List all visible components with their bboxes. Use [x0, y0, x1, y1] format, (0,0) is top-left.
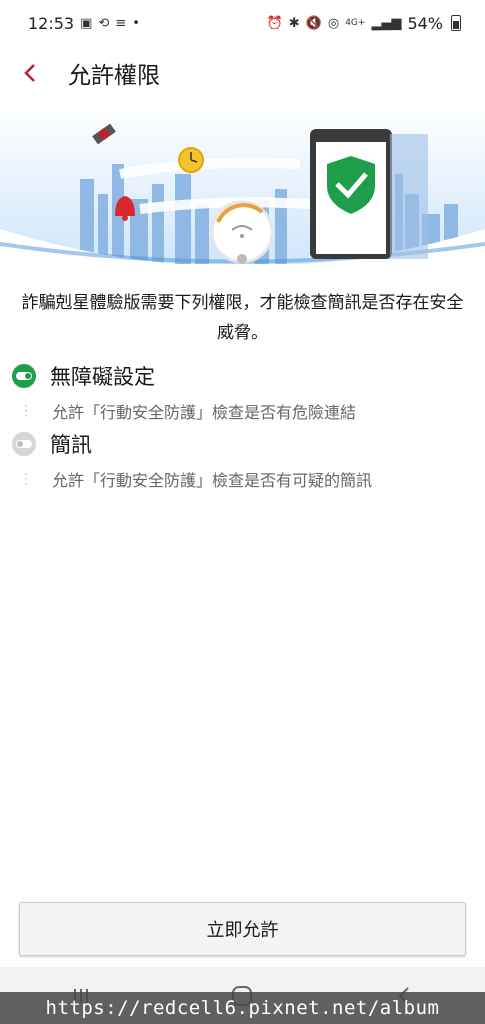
toggle-on-icon[interactable] [10, 362, 38, 390]
permission-title: 無障礙設定 [50, 365, 155, 389]
toggle-off-icon[interactable] [10, 430, 38, 458]
permission-detail: · · · 允許「行動安全防護」檢查是否有危險連結 [0, 394, 485, 428]
permission-item-sms[interactable]: 簡訊 · · · 允許「行動安全防護」檢查是否有可疑的簡訊 [0, 426, 485, 496]
wifi-scan-icon [210, 200, 274, 264]
permission-item-accessibility[interactable]: 無障礙設定 · · · 允許「行動安全防護」檢查是否有危險連結 [0, 358, 485, 428]
network-type: 4G+ [345, 18, 366, 28]
vertical-dots-icon: · · · [24, 466, 28, 491]
chevron-left-icon [24, 64, 35, 82]
app-icon: ≡ [115, 15, 127, 31]
hotspot-icon: ◎ [327, 15, 340, 31]
app-bar: 允許權限 [0, 46, 485, 100]
signal-icon: ▂▄▆ [371, 15, 402, 31]
mute-icon: 🔇 [305, 15, 322, 31]
image-icon: ▣ [80, 15, 93, 31]
status-bar: 12:53 ▣ ⟲ ≡ • ⏰ ✱ 🔇 ◎ 4G+ ▂▄▆ 54% [0, 0, 485, 46]
permission-header: 簡訊 [0, 426, 485, 462]
permission-header: 無障礙設定 [0, 358, 485, 394]
status-left: 12:53 ▣ ⟲ ≡ • [28, 14, 140, 33]
battery-icon [451, 15, 461, 31]
status-time: 12:53 [28, 13, 75, 33]
clock-icon [178, 147, 204, 173]
dot-icon: • [132, 15, 140, 31]
status-right: ⏰ ✱ 🔇 ◎ 4G+ ▂▄▆ 54% [267, 14, 461, 33]
back-button[interactable] [0, 46, 60, 100]
watermark: https://redcell6.pixnet.net/album [0, 992, 485, 1024]
alarm-icon: ⏰ [266, 15, 283, 31]
permission-description: 詐騙剋星體驗版需要下列權限，才能檢查簡訊是否存在安全威脅。 [21, 293, 464, 343]
allow-now-button[interactable]: 立即允許 [19, 902, 466, 956]
permission-title: 簡訊 [50, 433, 92, 457]
battery-percent: 54% [407, 13, 443, 33]
permission-detail: · · · 允許「行動安全防護」檢查是否有可疑的簡訊 [0, 462, 485, 496]
page-title: 允許權限 [68, 63, 160, 89]
permission-desc: 允許「行動安全防護」檢查是否有可疑的簡訊 [52, 471, 373, 490]
hero-illustration [0, 104, 485, 264]
bluetooth-icon: ✱ [288, 15, 300, 31]
permission-desc: 允許「行動安全防護」檢查是否有危險連結 [52, 403, 357, 422]
sync-icon: ⟲ [98, 15, 110, 31]
vertical-dots-icon: · · · [24, 398, 28, 423]
